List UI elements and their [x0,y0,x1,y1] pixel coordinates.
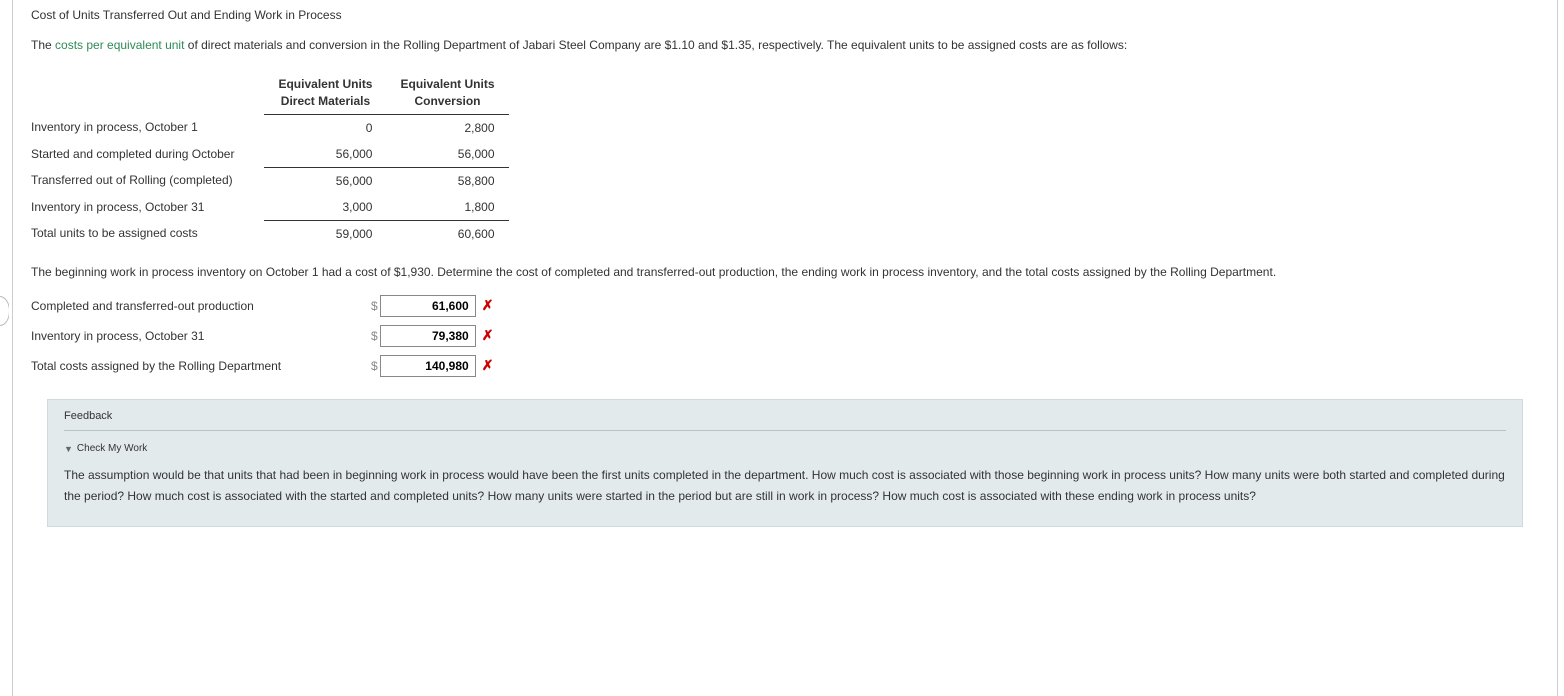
answer-row-inventory-oct31: Inventory in process, October 31 $ ✗ [31,325,1539,347]
answer-input-inventory-oct31[interactable] [380,325,476,347]
feedback-panel: Feedback ▼ Check My Work The assumption … [47,399,1523,527]
header-line: Equivalent Units [278,77,372,91]
currency-symbol: $ [371,359,378,373]
row-conv: 2,800 [386,114,508,141]
question-panel: Cost of Units Transferred Out and Ending… [12,0,1558,696]
row-label: Inventory in process, October 1 [31,114,264,141]
answer-label: Completed and transferred-out production [31,299,371,313]
check-my-work-label: Check My Work [77,443,147,454]
side-tab-handle[interactable] [0,296,10,326]
header-line: Conversion [414,94,480,108]
feedback-body: The assumption would be that units that … [64,465,1506,508]
check-my-work-toggle[interactable]: ▼ Check My Work [64,443,147,454]
row-conv: 58,800 [386,167,508,194]
header-line: Equivalent Units [400,77,494,91]
intro-text-post: of direct materials and conversion in th… [184,38,1127,52]
row-dm: 56,000 [264,141,386,168]
row-conv: 56,000 [386,141,508,168]
answer-row-completed-transferred: Completed and transferred-out production… [31,295,1539,317]
page-title: Cost of Units Transferred Out and Ending… [31,8,1539,22]
incorrect-icon: ✗ [482,297,494,314]
row-dm: 0 [264,114,386,141]
table-header-conversion: Equivalent Units Conversion [386,72,508,114]
currency-symbol: $ [371,299,378,313]
table-row: Inventory in process, October 1 0 2,800 [31,114,509,141]
incorrect-icon: ✗ [482,327,494,344]
answer-section: Completed and transferred-out production… [31,295,1539,377]
row-label: Transferred out of Rolling (completed) [31,167,264,194]
incorrect-icon: ✗ [482,357,494,374]
row-dm: 56,000 [264,167,386,194]
row-conv: 60,600 [386,220,508,247]
table-row: Inventory in process, October 31 3,000 1… [31,194,509,221]
table-header-direct-materials: Equivalent Units Direct Materials [264,72,386,114]
feedback-title: Feedback [64,410,1506,422]
answer-input-total-costs[interactable] [380,355,476,377]
table-row: Transferred out of Rolling (completed) 5… [31,167,509,194]
answer-input-completed-transferred[interactable] [380,295,476,317]
row-label: Inventory in process, October 31 [31,194,264,221]
answer-row-total-costs: Total costs assigned by the Rolling Depa… [31,355,1539,377]
divider [64,430,1506,431]
table-row: Total units to be assigned costs 59,000 … [31,220,509,247]
row-label: Started and completed during October [31,141,264,168]
row-label: Total units to be assigned costs [31,220,264,247]
intro-text-pre: The [31,38,55,52]
intro-paragraph: The costs per equivalent unit of direct … [31,36,1539,54]
answer-label: Inventory in process, October 31 [31,329,371,343]
row-dm: 3,000 [264,194,386,221]
equivalent-units-table: Equivalent Units Direct Materials Equiva… [31,72,509,247]
glossary-link-costs-per-equivalent-unit[interactable]: costs per equivalent unit [55,38,184,52]
currency-symbol: $ [371,329,378,343]
instruction-paragraph: The beginning work in process inventory … [31,263,1539,281]
chevron-down-icon: ▼ [64,444,73,454]
answer-label: Total costs assigned by the Rolling Depa… [31,359,371,373]
header-line: Direct Materials [281,94,370,108]
row-conv: 1,800 [386,194,508,221]
row-dm: 59,000 [264,220,386,247]
table-row: Started and completed during October 56,… [31,141,509,168]
